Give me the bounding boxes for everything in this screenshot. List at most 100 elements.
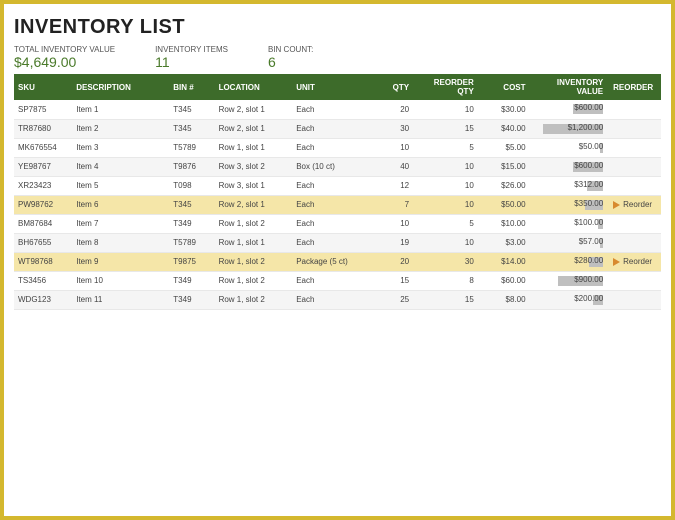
col-unit[interactable]: UNIT [292,74,370,100]
cell-description[interactable]: Item 2 [72,119,169,138]
cell-cost[interactable]: $50.00 [480,195,532,214]
cell-bin[interactable]: T345 [169,119,214,138]
cell-unit[interactable]: Each [292,195,370,214]
cell-bin[interactable]: T345 [169,195,214,214]
cell-reorder-qty[interactable]: 10 [415,233,480,252]
col-sku[interactable]: SKU [14,74,72,100]
table-row[interactable]: BM87684Item 7T349Row 1, slot 2Each105$10… [14,214,661,233]
cell-location[interactable]: Row 1, slot 1 [215,138,293,157]
cell-bin[interactable]: T9876 [169,157,214,176]
cell-sku[interactable]: PW98762 [14,195,72,214]
cell-reorder[interactable] [609,176,661,195]
cell-sku[interactable]: BH67655 [14,233,72,252]
cell-bin[interactable]: T349 [169,214,214,233]
col-bin[interactable]: BIN # [169,74,214,100]
cell-reorder-qty[interactable]: 5 [415,138,480,157]
cell-bin[interactable]: T5789 [169,138,214,157]
table-row[interactable]: YE98767Item 4T9876Row 3, slot 2Box (10 c… [14,157,661,176]
cell-qty[interactable]: 25 [370,290,415,309]
cell-qty[interactable]: 40 [370,157,415,176]
cell-bin[interactable]: T098 [169,176,214,195]
cell-location[interactable]: Row 2, slot 1 [215,119,293,138]
col-inventory-value[interactable]: INVENTORY VALUE [532,74,610,100]
cell-bin[interactable]: T9875 [169,252,214,271]
col-reorder[interactable]: REORDER [609,74,661,100]
col-location[interactable]: LOCATION [215,74,293,100]
cell-unit[interactable]: Each [292,290,370,309]
cell-qty[interactable]: 12 [370,176,415,195]
cell-qty[interactable]: 19 [370,233,415,252]
cell-qty[interactable]: 30 [370,119,415,138]
cell-sku[interactable]: TS3456 [14,271,72,290]
cell-cost[interactable]: $60.00 [480,271,532,290]
cell-description[interactable]: Item 11 [72,290,169,309]
cell-reorder-qty[interactable]: 10 [415,195,480,214]
cell-sku[interactable]: XR23423 [14,176,72,195]
cell-cost[interactable]: $10.00 [480,214,532,233]
cell-inventory-value[interactable]: $600.00 [532,100,610,119]
cell-unit[interactable]: Each [292,271,370,290]
cell-cost[interactable]: $5.00 [480,138,532,157]
cell-reorder[interactable] [609,290,661,309]
cell-qty[interactable]: 20 [370,100,415,119]
cell-reorder[interactable] [609,233,661,252]
cell-inventory-value[interactable]: $1,200.00 [532,119,610,138]
cell-unit[interactable]: Box (10 ct) [292,157,370,176]
table-row[interactable]: SP7875Item 1T345Row 2, slot 1Each2010$30… [14,100,661,119]
cell-reorder-qty[interactable]: 10 [415,100,480,119]
cell-unit[interactable]: Each [292,100,370,119]
cell-location[interactable]: Row 3, slot 1 [215,176,293,195]
cell-qty[interactable]: 20 [370,252,415,271]
cell-reorder[interactable] [609,271,661,290]
cell-inventory-value[interactable]: $280.00 [532,252,610,271]
cell-sku[interactable]: MK676554 [14,138,72,157]
cell-description[interactable]: Item 8 [72,233,169,252]
cell-sku[interactable]: SP7875 [14,100,72,119]
table-row[interactable]: TS3456Item 10T349Row 1, slot 2Each158$60… [14,271,661,290]
cell-bin[interactable]: T345 [169,100,214,119]
cell-inventory-value[interactable]: $350.00 [532,195,610,214]
col-qty[interactable]: QTY [370,74,415,100]
cell-unit[interactable]: Each [292,119,370,138]
col-reorder-qty[interactable]: REORDER QTY [415,74,480,100]
cell-qty[interactable]: 7 [370,195,415,214]
cell-reorder[interactable] [609,100,661,119]
cell-unit[interactable]: Each [292,176,370,195]
cell-sku[interactable]: WT98768 [14,252,72,271]
cell-bin[interactable]: T349 [169,290,214,309]
cell-bin[interactable]: T5789 [169,233,214,252]
cell-reorder[interactable] [609,138,661,157]
cell-description[interactable]: Item 7 [72,214,169,233]
cell-cost[interactable]: $26.00 [480,176,532,195]
cell-inventory-value[interactable]: $100.00 [532,214,610,233]
table-row[interactable]: PW98762Item 6T345Row 2, slot 1Each710$50… [14,195,661,214]
cell-inventory-value[interactable]: $57.00 [532,233,610,252]
cell-inventory-value[interactable]: $200.00 [532,290,610,309]
cell-location[interactable]: Row 1, slot 2 [215,252,293,271]
cell-description[interactable]: Item 10 [72,271,169,290]
cell-description[interactable]: Item 6 [72,195,169,214]
cell-location[interactable]: Row 1, slot 2 [215,290,293,309]
cell-reorder[interactable] [609,119,661,138]
cell-reorder-qty[interactable]: 10 [415,176,480,195]
cell-description[interactable]: Item 5 [72,176,169,195]
cell-reorder-qty[interactable]: 8 [415,271,480,290]
table-row[interactable]: TR87680Item 2T345Row 2, slot 1Each3015$4… [14,119,661,138]
cell-sku[interactable]: WDG123 [14,290,72,309]
cell-cost[interactable]: $3.00 [480,233,532,252]
cell-reorder-qty[interactable]: 5 [415,214,480,233]
cell-qty[interactable]: 10 [370,214,415,233]
cell-qty[interactable]: 10 [370,138,415,157]
cell-qty[interactable]: 15 [370,271,415,290]
cell-sku[interactable]: BM87684 [14,214,72,233]
cell-location[interactable]: Row 1, slot 2 [215,214,293,233]
cell-unit[interactable]: Each [292,138,370,157]
cell-location[interactable]: Row 3, slot 2 [215,157,293,176]
cell-description[interactable]: Item 3 [72,138,169,157]
cell-reorder-qty[interactable]: 30 [415,252,480,271]
cell-reorder[interactable]: Reorder [609,195,661,214]
cell-inventory-value[interactable]: $50.00 [532,138,610,157]
cell-cost[interactable]: $40.00 [480,119,532,138]
cell-description[interactable]: Item 4 [72,157,169,176]
cell-cost[interactable]: $30.00 [480,100,532,119]
